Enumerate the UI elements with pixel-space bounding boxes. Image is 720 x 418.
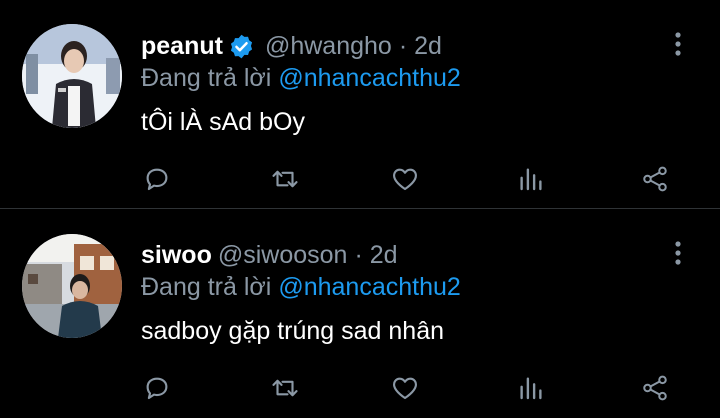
verified-badge-icon bbox=[228, 33, 255, 60]
reply-icon[interactable] bbox=[140, 162, 174, 196]
user-name[interactable]: siwoo bbox=[141, 239, 212, 271]
tweet-text: sadboy gặp trúng sad nhân bbox=[141, 317, 445, 345]
more-vertical-icon[interactable] bbox=[664, 28, 692, 60]
tweet-header: peanut @hwangho · 2d bbox=[141, 30, 442, 62]
user-handle[interactable]: @siwooson bbox=[218, 239, 348, 271]
share-icon[interactable] bbox=[638, 162, 672, 196]
avatar[interactable] bbox=[22, 234, 122, 338]
tweet-actions bbox=[0, 371, 720, 407]
more-vertical-icon[interactable] bbox=[664, 237, 692, 269]
replying-to: Đang trả lời @nhancachthu2 bbox=[141, 62, 461, 94]
replying-to: Đang trả lời @nhancachthu2 bbox=[141, 271, 461, 303]
retweet-icon[interactable] bbox=[268, 162, 302, 196]
user-name[interactable]: peanut bbox=[141, 30, 223, 62]
tweet[interactable]: peanut @hwangho · 2d Đang trả lời @nhanca… bbox=[0, 0, 720, 209]
separator-dot: · bbox=[398, 32, 408, 60]
tweet-time[interactable]: 2d bbox=[414, 30, 442, 62]
like-icon[interactable] bbox=[388, 162, 422, 196]
tweet-text: tÔi lÀ sAd bOy bbox=[141, 108, 305, 136]
share-icon[interactable] bbox=[638, 371, 672, 405]
reply-prefix: Đang trả lời bbox=[141, 273, 272, 301]
tweet[interactable]: siwoo @siwooson · 2d Đang trả lời @nhanca… bbox=[0, 209, 720, 418]
tweet-header: siwoo @siwooson · 2d bbox=[141, 239, 398, 271]
retweet-icon[interactable] bbox=[268, 371, 302, 405]
avatar[interactable] bbox=[22, 24, 122, 128]
stats-icon[interactable] bbox=[514, 371, 548, 405]
separator-dot: · bbox=[354, 241, 363, 269]
user-handle[interactable]: @hwangho bbox=[265, 30, 392, 62]
reply-icon[interactable] bbox=[140, 371, 174, 405]
tweet-time[interactable]: 2d bbox=[370, 239, 398, 271]
tweet-actions bbox=[0, 162, 720, 198]
like-icon[interactable] bbox=[388, 371, 422, 405]
reply-mention-link[interactable]: @nhancachthu2 bbox=[278, 64, 460, 92]
reply-prefix: Đang trả lời bbox=[141, 64, 272, 92]
stats-icon[interactable] bbox=[514, 162, 548, 196]
reply-mention-link[interactable]: @nhancachthu2 bbox=[278, 273, 460, 301]
